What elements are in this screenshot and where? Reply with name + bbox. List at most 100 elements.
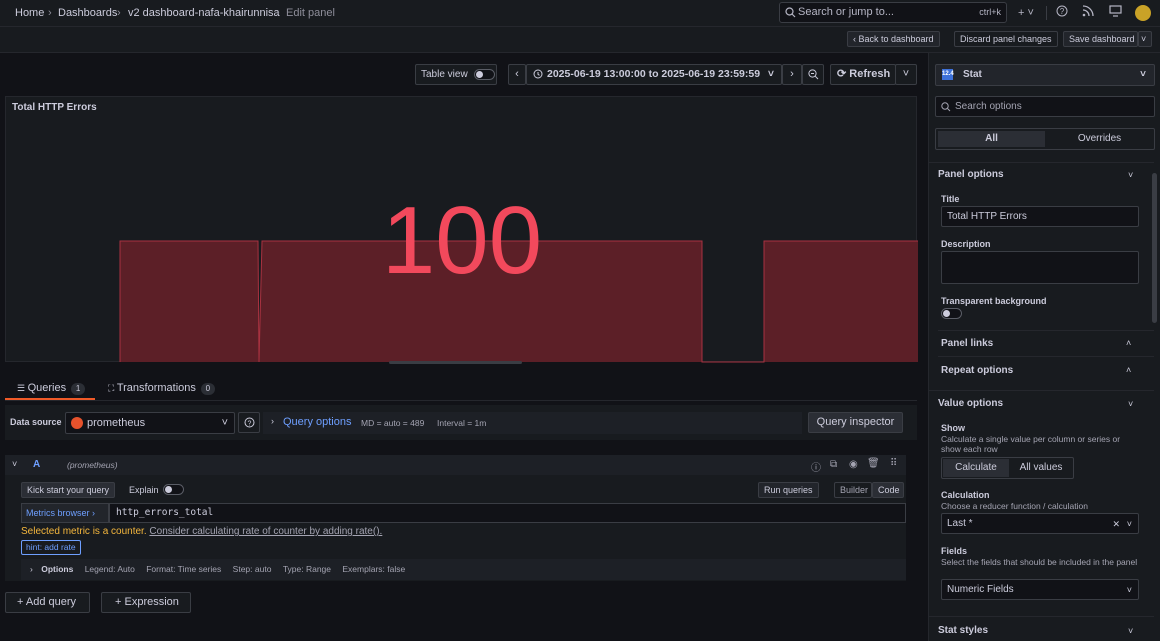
resize-handle[interactable] (389, 361, 522, 364)
clear-icon[interactable]: ✕ (1112, 514, 1120, 534)
refresh-interval-dropdown[interactable]: ˅ (895, 64, 917, 85)
tab-overrides[interactable]: Overrides (1047, 131, 1152, 147)
expression-button[interactable]: + Expression (101, 592, 191, 613)
top-bar: Home › Dashboards › v2 dashboard-nafa-kh… (0, 0, 1160, 27)
help-icon[interactable]: ? (1054, 5, 1070, 21)
options-label: Options (41, 564, 74, 574)
warning-link[interactable]: Consider calculating rate of counter by … (149, 526, 382, 537)
query-code-editor[interactable]: http_errors_total (109, 503, 906, 523)
chevron-down-icon[interactable]: ˅ (1128, 399, 1133, 409)
plus-icon[interactable]: + ˅ (1015, 5, 1037, 21)
svg-text:?: ? (247, 420, 251, 427)
chevron-down-icon: ˅ (1126, 585, 1132, 595)
prometheus-icon (71, 417, 83, 429)
description-textarea[interactable] (941, 251, 1139, 284)
fields-select[interactable]: Numeric Fields ˅ (941, 579, 1139, 600)
duplicate-icon[interactable]: ⧉ (830, 459, 837, 470)
calculation-label: Calculation (941, 490, 990, 500)
save-dashboard-button[interactable]: Save dashboard (1063, 31, 1138, 47)
query-options-bar[interactable]: › Query options MD = auto = 489 Interval… (263, 412, 802, 434)
transparent-toggle[interactable] (941, 308, 962, 319)
back-label: Back to dashboard (858, 34, 934, 44)
tab-all[interactable]: All (938, 131, 1045, 147)
eye-icon[interactable]: ◉ (849, 459, 858, 470)
show-radio-group: Calculate All values (941, 457, 1074, 479)
query-tabs: ☰ Queries 1 ⛶ Transformations 0 (5, 377, 917, 401)
builder-mode-button[interactable]: Builder (834, 482, 872, 498)
drag-handle-icon[interactable]: ⠿ (890, 458, 897, 469)
panel-options-header[interactable]: Panel options (938, 169, 1004, 180)
time-range-picker[interactable]: 2025-06-19 13:00:00 to 2025-06-19 23:59:… (526, 64, 782, 85)
tab-queries[interactable]: ☰ Queries 1 (5, 377, 95, 400)
breadcrumb-dashboards[interactable]: Dashboards (58, 0, 117, 27)
refresh-label: Refresh (849, 68, 891, 80)
chevron-up-icon[interactable]: ˄ (1126, 338, 1131, 348)
kiosk-icon[interactable] (1107, 5, 1123, 21)
data-source-picker[interactable]: prometheus ˅ (65, 412, 235, 434)
add-query-button[interactable]: + Add query (5, 592, 90, 613)
metrics-browser-button[interactable]: Metrics browser › (21, 503, 109, 523)
query-inspector-button[interactable]: Query inspector (808, 412, 903, 433)
hint-add-rate-button[interactable]: hint: add rate (21, 540, 81, 555)
collapse-icon[interactable]: ˅ (12, 459, 17, 469)
avatar[interactable] (1135, 5, 1151, 21)
save-label: Save dashboard (1069, 34, 1135, 44)
clock-icon (533, 69, 543, 79)
tab-queries-label: Queries (27, 382, 67, 394)
calculation-value: Last * (947, 518, 973, 529)
time-range-label: 2025-06-19 13:00:00 to 2025-06-19 23:59:… (547, 68, 761, 80)
rss-icon[interactable] (1080, 5, 1096, 21)
chevron-down-icon: ˅ (767, 68, 774, 80)
breadcrumb-dashboard[interactable]: v2 dashboard-nafa-khairunnisa (128, 0, 280, 27)
stat-styles-header[interactable]: Stat styles (938, 625, 988, 636)
table-view-switch[interactable] (474, 69, 495, 80)
show-all-values-option[interactable]: All values (1010, 459, 1072, 477)
options-search-placeholder: Search options (955, 101, 1022, 112)
query-ref[interactable]: A (33, 459, 40, 470)
chevron-up-icon[interactable]: ˄ (1126, 365, 1131, 375)
help-icon[interactable]: ⓘ (811, 459, 821, 474)
query-options-summary[interactable]: › Options Legend: Auto Format: Time seri… (21, 559, 906, 580)
search-icon (785, 7, 796, 18)
zoom-out-button[interactable] (802, 64, 824, 85)
chevron-down-icon: ˅ (221, 417, 228, 429)
search-icon (941, 102, 951, 112)
run-queries-button[interactable]: Run queries (758, 482, 819, 498)
time-back-button[interactable]: ‹ (508, 64, 526, 85)
data-source-label: Data source (10, 417, 62, 427)
chevron-right-icon: › (271, 416, 274, 426)
value-options-header[interactable]: Value options (938, 398, 1003, 409)
show-label: Show (941, 423, 965, 433)
breadcrumb-home[interactable]: Home (15, 0, 44, 27)
search-input[interactable]: Search or jump to... ctrl+k (779, 2, 1007, 23)
search-shortcut: ctrl+k (979, 7, 1001, 17)
breadcrumb-separator-icon: › (48, 7, 52, 19)
time-forward-button[interactable]: › (782, 64, 802, 85)
show-calculate-option[interactable]: Calculate (943, 459, 1009, 477)
back-to-dashboard-button[interactable]: ‹ Back to dashboard (847, 31, 940, 47)
repeat-options-header[interactable]: Repeat options (941, 365, 1013, 376)
visualization-picker[interactable]: 12.4 Stat ˅ (935, 64, 1155, 86)
stat-value: 100 (381, 187, 543, 294)
explain-toggle[interactable] (163, 484, 184, 495)
query-source: (prometheus) (67, 460, 118, 470)
discard-button[interactable]: Discard panel changes (954, 31, 1058, 47)
save-dropdown-icon[interactable]: ˅ (1138, 31, 1152, 47)
options-scrollbar[interactable] (1152, 173, 1157, 323)
title-input[interactable]: Total HTTP Errors (941, 206, 1139, 227)
kickstart-button[interactable]: Kick start your query (21, 482, 116, 498)
trash-icon[interactable]: 🗑 (867, 458, 880, 469)
tab-transformations[interactable]: ⛶ Transformations 0 (108, 377, 215, 400)
panel-preview[interactable]: Total HTTP Errors 100 (5, 96, 918, 363)
refresh-button[interactable]: ⟳ Refresh (830, 64, 896, 85)
options-search-input[interactable]: Search options (935, 96, 1155, 117)
code-mode-button[interactable]: Code (872, 482, 904, 498)
calculation-description: Choose a reducer function / calculation (941, 501, 1088, 511)
chevron-down-icon[interactable]: ˅ (1128, 626, 1133, 636)
data-source-help-button[interactable]: ? (238, 412, 260, 433)
calculation-select[interactable]: Last * ✕ ˅ (941, 513, 1139, 534)
panel-links-header[interactable]: Panel links (941, 338, 993, 349)
query-options-link[interactable]: Query options (283, 416, 351, 428)
chevron-down-icon[interactable]: ˅ (1128, 170, 1133, 180)
table-view-toggle[interactable]: Table view (415, 64, 497, 85)
